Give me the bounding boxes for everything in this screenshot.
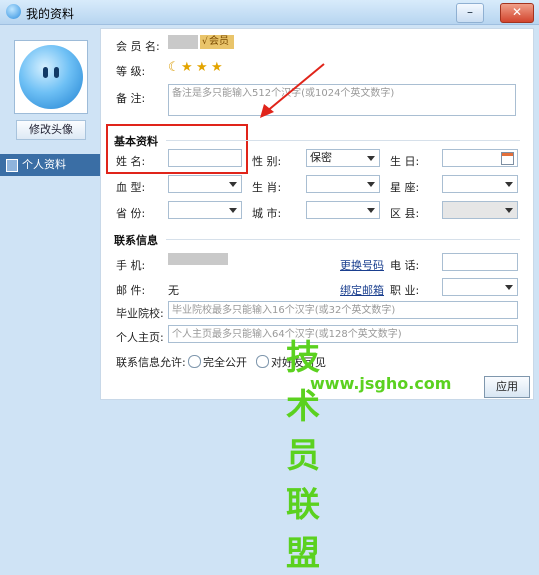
- contact-info-title: 联系信息: [114, 234, 158, 247]
- chevron-down-icon: [505, 285, 513, 290]
- job-select[interactable]: [442, 278, 518, 296]
- divider: [166, 239, 520, 240]
- level-label: 等 级:: [116, 65, 146, 78]
- avatar[interactable]: [14, 40, 88, 114]
- window-title: 我的资料: [26, 7, 75, 21]
- red-arrow-annotation: [260, 63, 325, 118]
- zodiac-label: 生 肖:: [252, 181, 282, 194]
- close-button[interactable]: ✕: [500, 3, 534, 23]
- city-select[interactable]: [306, 201, 380, 219]
- homepage-label: 个人主页:: [116, 331, 164, 344]
- radio-friends[interactable]: [256, 355, 269, 368]
- vip-badge-label: 会员: [209, 36, 229, 47]
- moon-icon: ☾: [168, 60, 180, 75]
- school-input[interactable]: 毕业院校最多只能输入16个汉字(或32个英文数字): [168, 301, 518, 319]
- profile-card-icon: [6, 159, 18, 172]
- note-label: 备 注:: [116, 92, 146, 105]
- title-bar: 我的资料 – ✕: [0, 0, 539, 25]
- chevron-down-icon: [505, 208, 513, 213]
- star-icon: ★: [211, 60, 223, 75]
- vip-badge[interactable]: √ 会员: [200, 35, 234, 49]
- sidebar-item-label: 个人资料: [22, 158, 66, 171]
- province-label: 省 份:: [116, 207, 146, 220]
- edit-avatar-button[interactable]: 修改头像: [16, 120, 86, 140]
- name-input[interactable]: [168, 149, 242, 167]
- constellation-select[interactable]: [442, 175, 518, 193]
- app-icon: [6, 4, 21, 19]
- job-label: 职 业:: [390, 284, 420, 297]
- vip-icon: √: [202, 37, 208, 47]
- tel-input[interactable]: [442, 253, 518, 271]
- basic-info-title: 基本资料: [114, 135, 158, 148]
- blood-type-label: 血 型:: [116, 181, 146, 194]
- constellation-label: 星 座:: [390, 181, 420, 194]
- school-label: 毕业院校:: [116, 307, 164, 320]
- minimize-button[interactable]: –: [456, 3, 484, 23]
- birthday-input[interactable]: [442, 149, 518, 167]
- chevron-down-icon: [367, 156, 375, 161]
- chevron-down-icon: [229, 182, 237, 187]
- district-select[interactable]: [442, 201, 518, 219]
- blood-type-select[interactable]: [168, 175, 242, 193]
- email-value: 无: [168, 284, 179, 297]
- apply-button[interactable]: 应用: [484, 376, 530, 398]
- gender-label: 性 别:: [252, 155, 282, 168]
- change-number-link[interactable]: 更换号码: [340, 257, 384, 273]
- gender-value: 保密: [310, 151, 332, 164]
- note-input[interactable]: 备注是多只能输入512个汉字(或1024个英文数字): [168, 84, 516, 116]
- member-name-label: 会 员 名:: [116, 40, 160, 53]
- district-label: 区 县:: [390, 207, 420, 220]
- city-label: 城 市:: [252, 207, 282, 220]
- watermark-text: 技术员联盟: [286, 338, 322, 574]
- star-icon: ★: [181, 60, 193, 75]
- tel-label: 电 话:: [390, 259, 420, 272]
- contact-allow-label: 联系信息允许:: [116, 356, 186, 369]
- gender-select[interactable]: 保密: [306, 149, 380, 167]
- eye-icon: [43, 67, 48, 78]
- calendar-icon[interactable]: [501, 152, 514, 165]
- chevron-down-icon: [505, 182, 513, 187]
- name-label: 姓 名:: [116, 155, 146, 168]
- phone-redacted: [168, 253, 228, 265]
- member-name-redacted: [168, 35, 198, 49]
- zodiac-select[interactable]: [306, 175, 380, 193]
- divider: [166, 140, 520, 141]
- watermark-url: www.jsgho.com: [310, 374, 452, 393]
- email-label: 邮 件:: [116, 284, 146, 297]
- chevron-down-icon: [367, 182, 375, 187]
- eye-icon: [54, 67, 59, 78]
- chevron-down-icon: [367, 208, 375, 213]
- chevron-down-icon: [229, 208, 237, 213]
- penguin-avatar-icon: [19, 45, 83, 109]
- radio-public[interactable]: [188, 355, 201, 368]
- bind-email-link[interactable]: 绑定邮箱: [340, 282, 384, 298]
- province-select[interactable]: [168, 201, 242, 219]
- radio-public-label: 完全公开: [203, 356, 247, 369]
- star-icon: ★: [196, 60, 208, 75]
- birthday-label: 生 日:: [390, 155, 420, 168]
- phone-label: 手 机:: [116, 259, 146, 272]
- homepage-input[interactable]: 个人主页最多只能输入64个汉字(或128个英文数字): [168, 325, 518, 343]
- sidebar-item-personal-info[interactable]: 个人资料: [0, 154, 100, 176]
